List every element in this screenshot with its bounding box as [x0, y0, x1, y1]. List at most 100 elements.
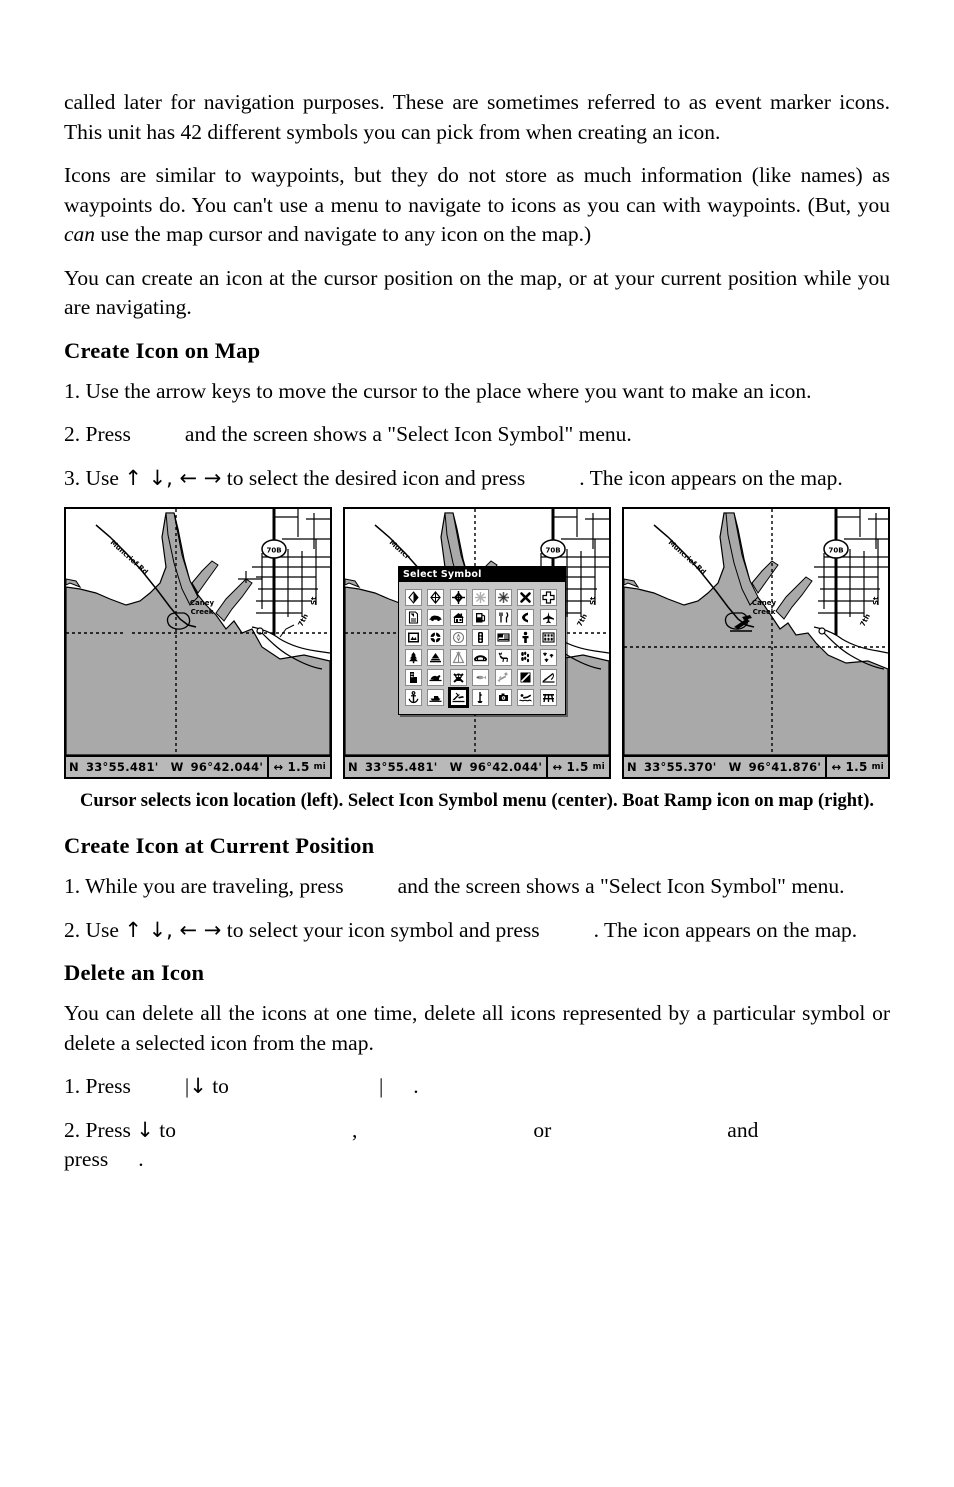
symbol-cell-diamond-filled-icon[interactable] — [449, 589, 467, 606]
step-map-1: 1. Use the arrow keys to move the cursor… — [64, 378, 812, 403]
hemisphere-ns-label: N — [627, 760, 637, 774]
symbol-cell-diamond-outline-icon[interactable] — [427, 589, 445, 606]
manual-page: called later for navigation purposes. Th… — [0, 0, 954, 1487]
latitude-value: 33°55.481' — [364, 760, 438, 774]
longitude-value: 96°41.876' — [748, 760, 822, 774]
symbol-cell-building-grid-icon[interactable] — [539, 629, 557, 646]
paragraph-create-icon-options: You can create an icon at the cursor pos… — [64, 265, 890, 320]
paragraph-icons-vs-waypoints: Icons are similar to waypoints, but they… — [64, 161, 890, 250]
latitude-value: 33°55.370' — [643, 760, 717, 774]
step-map-3-text-a: 3. Use — [64, 465, 119, 490]
step-current-1-text-a: 1. While you are traveling, press — [64, 874, 344, 898]
symbol-cell-flag-sign-icon[interactable] — [494, 629, 512, 646]
symbol-cell-traffic-light-icon[interactable] — [472, 629, 490, 646]
symbol-cell-tree-icon[interactable] — [405, 649, 422, 666]
symbol-cell-document-icon[interactable] — [405, 609, 422, 626]
paragraph-intro: called later for navigation purposes. Th… — [64, 90, 890, 144]
step-delete-2-comma: , — [352, 1117, 358, 1142]
map-drawing-right: 70B Muncrief Rd Caney Creek St 7th — [624, 509, 888, 755]
symbol-cell-fish-icon[interactable] — [472, 669, 490, 686]
symbol-cell-teepee-icon[interactable] — [449, 649, 467, 666]
heading-delete-an-icon: Delete an Icon — [64, 960, 205, 985]
symbol-cell-x-mark-icon[interactable] — [517, 589, 535, 606]
symbol-cell-camera-icon[interactable] — [494, 689, 512, 706]
symbol-cell-whale-icon[interactable] — [427, 669, 445, 686]
symbol-cell-scuba-diver-icon[interactable] — [494, 669, 512, 686]
symbol-cell-anchor-icon[interactable] — [405, 689, 422, 706]
symbol-cell-boat-ramp-icon[interactable] — [447, 687, 469, 708]
step-delete-2-period: . — [138, 1147, 144, 1171]
longitude-value: 96°42.044' — [190, 760, 264, 774]
symbol-cell-fishing-rod-icon[interactable] — [539, 669, 557, 686]
scale-arrows-icon: ↔ — [273, 760, 284, 774]
symbol-cell-swimmer-icon[interactable] — [517, 689, 535, 706]
symbol-cell-no-entry-icon[interactable] — [517, 669, 535, 686]
symbol-grid[interactable] — [399, 582, 565, 714]
step-delete-2-press: press — [64, 1147, 109, 1171]
svg-text:70B: 70B — [545, 547, 560, 555]
symbol-cell-asterisk-light-icon[interactable] — [472, 589, 490, 606]
symbol-cell-asterisk-icon[interactable] — [494, 589, 512, 606]
hemisphere-ns-label: N — [69, 760, 79, 774]
step-delete-2-text-a: 2. Press — [64, 1117, 131, 1142]
symbol-cell-photo-icon[interactable] — [405, 629, 422, 646]
symbol-cell-bird-tracks-icon[interactable] — [539, 649, 557, 666]
hemisphere-ns-label: N — [348, 760, 358, 774]
scale-value: 1.5 — [845, 760, 868, 774]
symbol-cell-compass-icon[interactable] — [449, 629, 467, 646]
select-symbol-dialog[interactable]: Select Symbol — [398, 566, 566, 715]
symbol-cell-bridge-icon[interactable] — [472, 649, 490, 666]
map-canvas-right: 70B Muncrief Rd Caney Creek St 7th — [624, 509, 888, 755]
symbol-cell-airplane-icon[interactable] — [539, 609, 557, 626]
step-current-2-text-b: to select your icon symbol and press — [226, 917, 540, 942]
symbol-cell-deer-icon[interactable] — [494, 649, 512, 666]
step-current-2: 2. Use ↑ ↓, ← → to select your icon symb… — [64, 916, 890, 946]
symbol-cell-animal-tracks-icon[interactable] — [517, 649, 535, 666]
symbol-cell-skull-crossbones-icon[interactable] — [449, 669, 467, 686]
figure-row-gps-screens: 70B Muncrief Rd Caney Creek St 7th N 33°… — [64, 507, 890, 779]
symbol-cell-house-icon[interactable] — [449, 609, 467, 626]
arrow-keys-glyphs: ↑ ↓, ← → — [124, 917, 222, 942]
symbol-cell-telephone-icon[interactable] — [517, 609, 535, 626]
symbol-cell-tent-icon[interactable] — [427, 649, 445, 666]
svg-text:St: St — [589, 596, 597, 605]
symbol-cell-hospital-cross-icon[interactable] — [539, 589, 557, 606]
heading-create-icon-on-map: Create Icon on Map — [64, 337, 261, 363]
hemisphere-ew-label: W — [170, 760, 184, 774]
map-canvas-left: 70B Muncrief Rd Caney Creek St 7th — [66, 509, 330, 755]
step-current-1: 1. While you are traveling, press and the… — [64, 872, 890, 902]
step-delete-2-or: or — [533, 1117, 552, 1142]
scale-value: 1.5 — [287, 760, 310, 774]
svg-text:70B: 70B — [266, 547, 281, 555]
down-arrow-glyph: ↓ — [189, 1074, 207, 1098]
svg-text:St: St — [310, 596, 318, 605]
symbol-cell-picnic-table-icon[interactable] — [539, 689, 557, 706]
symbol-cell-person-icon[interactable] — [517, 629, 535, 646]
gps-screen-center: 70B Muncr St 7th Select Symbol N 33°55.4… — [343, 507, 611, 779]
step-delete-2: 2. Press ↓ to, or and press. — [64, 1116, 890, 1175]
paragraph-part-b: use the map cursor and navigate to any i… — [95, 222, 592, 246]
symbol-cell-diamond-marker-icon[interactable] — [405, 589, 422, 606]
status-bar-left: N 33°55.481' W 96°42.044' ↔ 1.5 mi — [66, 755, 330, 777]
svg-text:Caney: Caney — [190, 599, 215, 607]
step-delete-1: 1. Press |↓ to |. — [64, 1072, 890, 1102]
symbol-cell-wheel-icon[interactable] — [427, 629, 445, 646]
symbol-cell-fuel-pump-icon[interactable] — [472, 609, 490, 626]
step-map-2: 2. Press and the screen shows a "Select I… — [64, 420, 890, 450]
paragraph-part-a: Icons are similar to waypoints, but they… — [64, 163, 890, 217]
step-current-2-text-a: 2. Use — [64, 917, 119, 942]
longitude-value: 96°42.044' — [469, 760, 543, 774]
status-bar-right: N 33°55.370' W 96°41.876' ↔ 1.5 mi — [624, 755, 888, 777]
symbol-cell-boat-icon[interactable] — [427, 689, 445, 706]
symbol-cell-buoy-icon[interactable] — [472, 689, 490, 706]
symbol-cell-tower-icon[interactable] — [405, 669, 422, 686]
map-scale-group: ↔ 1.5 mi — [266, 757, 330, 777]
symbol-cell-car-icon[interactable] — [427, 609, 445, 626]
step-map-3-text-c: . The icon appears on the map. — [579, 465, 843, 490]
step-current-2-text-c: . The icon appears on the map. — [593, 917, 858, 942]
svg-text:Caney: Caney — [752, 599, 777, 607]
scale-unit: mi — [871, 762, 884, 772]
arrow-keys-glyphs: ↑ ↓, ← → — [124, 465, 222, 490]
hemisphere-ew-label: W — [449, 760, 463, 774]
symbol-cell-restaurant-icon[interactable] — [494, 609, 512, 626]
